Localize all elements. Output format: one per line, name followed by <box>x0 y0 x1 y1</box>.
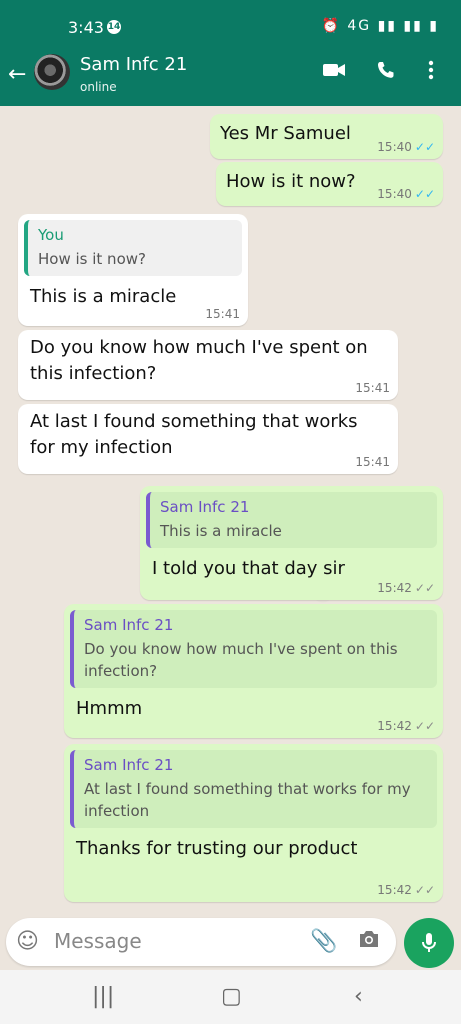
message-bubble[interactable]: Yes Mr Samuel 15:40 ✓✓ <box>210 114 443 159</box>
read-ticks-icon: ✓✓ <box>414 187 435 201</box>
home-icon[interactable]: ▢ <box>221 984 242 1009</box>
more-options-icon[interactable] <box>428 60 434 85</box>
message-meta: 15:41 <box>355 381 390 395</box>
read-ticks-icon: ✓✓ <box>414 140 435 154</box>
message-time: 15:42 <box>377 581 412 595</box>
message-meta: 15:41 <box>355 455 390 469</box>
composer-bar: ☺ Message 📎 <box>0 916 461 970</box>
quoted-author: Sam Infc 21 <box>84 616 174 634</box>
system-status-icons: ⏰ 4G ▮▮ ▮▮ ▮ <box>321 18 439 34</box>
contact-status: online <box>80 80 117 94</box>
quoted-text: This is a miracle <box>160 522 282 540</box>
camera-icon[interactable] <box>358 929 380 953</box>
app-bar: ← Sam Infc 21 online <box>0 44 461 106</box>
attach-icon[interactable]: 📎 <box>310 929 337 954</box>
quoted-author: You <box>38 226 64 244</box>
message-time: 15:42 <box>377 883 412 897</box>
emoji-icon[interactable]: ☺ <box>16 929 39 954</box>
message-meta: 15:42 ✓✓ <box>377 581 435 595</box>
status-time: 3:43 <box>68 18 104 37</box>
message-meta: 15:41 <box>205 307 240 321</box>
message-bubble[interactable]: Do you know how much I've spent on this … <box>18 330 398 400</box>
message-bubble[interactable]: Sam Infc 21 This is a miracle I told you… <box>140 486 443 600</box>
message-meta: 15:40 ✓✓ <box>377 187 435 201</box>
quoted-author: Sam Infc 21 <box>84 756 174 774</box>
contact-avatar[interactable] <box>34 54 70 90</box>
quoted-message[interactable]: Sam Infc 21 At last I found something th… <box>70 750 437 828</box>
recent-apps-icon[interactable]: ||| <box>92 984 114 1009</box>
message-time: 15:41 <box>355 381 390 395</box>
message-text: At last I found something that works for… <box>30 411 358 458</box>
message-meta: 15:42 ✓✓ <box>377 883 435 897</box>
message-placeholder[interactable]: Message <box>54 929 142 953</box>
delivered-ticks-icon: ✓✓ <box>414 883 435 897</box>
message-text: How is it now? <box>226 171 356 192</box>
video-call-icon[interactable] <box>322 60 346 84</box>
message-meta: 15:42 ✓✓ <box>377 719 435 733</box>
quoted-message[interactable]: Sam Infc 21 Do you know how much I've sp… <box>70 610 437 688</box>
message-bubble[interactable]: Sam Infc 21 Do you know how much I've sp… <box>64 604 443 738</box>
chat-header: 3:43 14 ⏰ 4G ▮▮ ▮▮ ▮ ← Sam Infc 21 onlin… <box>0 0 461 106</box>
message-text: Hmmm <box>76 698 143 719</box>
microphone-button[interactable] <box>404 918 454 968</box>
quoted-message[interactable]: Sam Infc 21 This is a miracle <box>146 492 437 548</box>
back-arrow-icon[interactable]: ← <box>8 62 26 87</box>
contact-name[interactable]: Sam Infc 21 <box>80 54 187 75</box>
message-bubble[interactable]: At last I found something that works for… <box>18 404 398 474</box>
message-bubble[interactable]: You How is it now? This is a miracle 15:… <box>18 214 248 326</box>
delivered-ticks-icon: ✓✓ <box>414 581 435 595</box>
quoted-text: Do you know how much I've spent on this … <box>84 640 398 680</box>
message-meta: 15:40 ✓✓ <box>377 140 435 154</box>
status-bar: 3:43 14 ⏰ 4G ▮▮ ▮▮ ▮ <box>0 0 461 44</box>
message-time: 15:41 <box>205 307 240 321</box>
delivered-ticks-icon: ✓✓ <box>414 719 435 733</box>
quoted-text: At last I found something that works for… <box>84 780 411 820</box>
message-text: This is a miracle <box>30 286 177 307</box>
message-time: 15:40 <box>377 140 412 154</box>
message-text: I told you that day sir <box>152 558 345 579</box>
message-time: 15:41 <box>355 455 390 469</box>
quoted-author: Sam Infc 21 <box>160 498 250 516</box>
system-navigation-bar: ||| ▢ ‹ <box>0 970 461 1024</box>
quoted-text: How is it now? <box>38 250 146 268</box>
back-nav-icon[interactable]: ‹ <box>354 984 363 1009</box>
message-time: 15:42 <box>377 719 412 733</box>
message-input[interactable]: ☺ Message 📎 <box>6 918 396 966</box>
message-bubble[interactable]: How is it now? 15:40 ✓✓ <box>216 162 443 206</box>
notification-badge: 14 <box>107 20 121 34</box>
message-bubble[interactable]: Sam Infc 21 At last I found something th… <box>64 744 443 902</box>
message-text: Thanks for trusting our product <box>76 838 358 859</box>
voice-call-icon[interactable] <box>376 60 396 85</box>
message-text: Yes Mr Samuel <box>220 123 351 144</box>
message-text: Do you know how much I've spent on this … <box>30 337 368 384</box>
chat-area[interactable]: Yes Mr Samuel 15:40 ✓✓ How is it now? 15:… <box>0 106 461 916</box>
message-time: 15:40 <box>377 187 412 201</box>
quoted-message[interactable]: You How is it now? <box>24 220 242 276</box>
